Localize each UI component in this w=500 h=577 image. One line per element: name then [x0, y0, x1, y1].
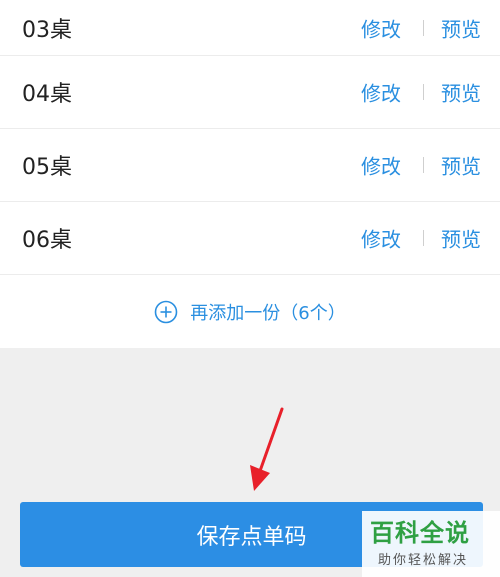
table-list: 03桌 修改 预览 04桌 修改 预览 05桌 修改 预览 06桌 修改 预览 … — [0, 0, 500, 348]
edit-link[interactable]: 修改 — [361, 13, 401, 42]
edit-link[interactable]: 修改 — [361, 224, 401, 253]
separator — [423, 230, 424, 246]
table-name: 03桌 — [22, 17, 72, 43]
table-name: 05桌 — [22, 155, 72, 180]
table-name: 06桌 — [22, 228, 72, 253]
preview-link[interactable]: 预览 — [441, 13, 481, 42]
plus-circle-icon — [154, 300, 178, 323]
save-button-label: 保存点单码 — [196, 524, 307, 550]
separator — [423, 157, 424, 173]
separator — [423, 84, 424, 100]
add-more-button[interactable]: 再添加一份（6个） — [0, 275, 500, 348]
watermark-subtitle: 助你轻松解决 — [378, 553, 469, 568]
table-row: 04桌 修改 预览 — [0, 56, 500, 129]
red-arrow-annotation — [250, 407, 284, 491]
watermark-logo: 百科全说 助你轻松解决 — [362, 511, 500, 577]
edit-link[interactable]: 修改 — [361, 151, 401, 180]
watermark-title: 百科全说 — [370, 519, 470, 547]
table-name: 04桌 — [22, 82, 72, 107]
separator — [423, 19, 424, 36]
table-row: 05桌 修改 预览 — [0, 129, 500, 202]
edit-link[interactable]: 修改 — [361, 78, 401, 107]
preview-link[interactable]: 预览 — [441, 224, 481, 253]
preview-link[interactable]: 预览 — [441, 78, 481, 107]
table-row: 06桌 修改 预览 — [0, 202, 500, 275]
preview-link[interactable]: 预览 — [441, 151, 481, 180]
table-row: 03桌 修改 预览 — [0, 0, 500, 56]
add-more-label: 再添加一份（6个） — [190, 302, 346, 324]
